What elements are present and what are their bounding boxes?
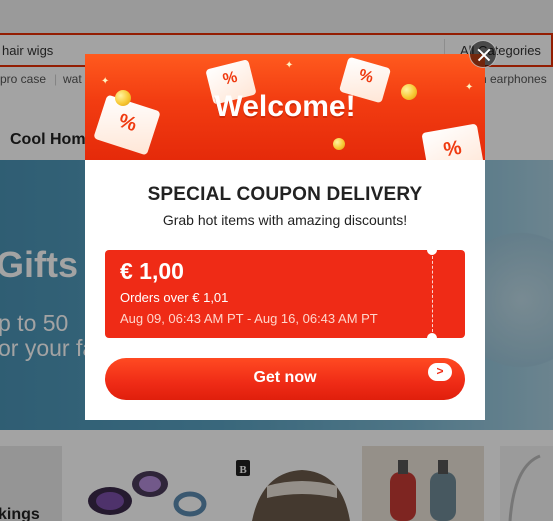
welcome-heading: Welcome!: [214, 90, 356, 123]
coupon-title: SPECIAL COUPON DELIVERY: [147, 184, 423, 205]
coupon-validity: Aug 09, 06:43 AM PT - Aug 16, 06:43 AM P…: [120, 311, 378, 326]
sparkle-icon: ✦: [285, 60, 294, 71]
coin-decoration: [333, 138, 345, 150]
coupon-amount: € 1,00: [120, 258, 184, 284]
coupon-perforation: [432, 256, 433, 332]
coupon-min-order: Orders over € 1,01: [120, 290, 229, 305]
sparkle-icon: ✦: [101, 76, 110, 87]
chevron-right-icon: >: [428, 363, 452, 381]
close-icon[interactable]: [469, 40, 497, 68]
coupon-subtitle: Grab hot items with amazing discounts!: [162, 212, 408, 228]
coupon-ticket-decoration: %: [421, 123, 485, 160]
coupon-notch: [427, 245, 437, 255]
get-now-button[interactable]: Get now >: [105, 358, 465, 400]
coupon-stub: [432, 250, 465, 338]
get-now-label: Get now: [253, 369, 317, 386]
coupon-notch: [427, 333, 437, 343]
coupon-card: € 1,00 Orders over € 1,01 Aug 09, 06:43 …: [105, 245, 465, 343]
modal-header: % % % % ✦ ✦ ✦ Welcome!: [85, 54, 485, 160]
welcome-coupon-modal: % % % % ✦ ✦ ✦ Welcome! SPECIAL COUPON DE…: [85, 54, 485, 420]
